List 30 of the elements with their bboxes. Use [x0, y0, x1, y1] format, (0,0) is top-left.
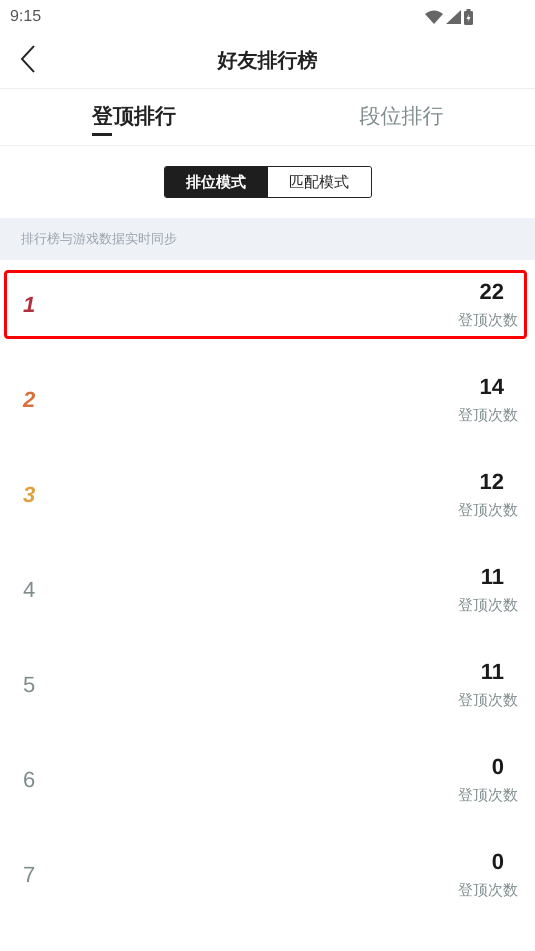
rank-number: 1	[23, 292, 36, 318]
count-label: 登顶次数	[458, 596, 518, 615]
back-icon[interactable]	[20, 45, 36, 73]
tab[interactable]: 登顶排行	[92, 96, 176, 138]
clock: 9:15	[10, 8, 42, 26]
climb-count: 0	[492, 754, 505, 780]
page-title: 好友排行榜	[218, 47, 318, 74]
wifi-icon	[425, 10, 443, 24]
climb-count: 11	[480, 564, 505, 590]
count-label: 登顶次数	[458, 786, 518, 805]
climb-count: 0	[492, 849, 505, 875]
count-label: 登顶次数	[458, 501, 518, 520]
count-label: 登顶次数	[458, 881, 518, 900]
rank-number: 7	[23, 862, 36, 888]
count-label: 登顶次数	[458, 311, 518, 330]
climb-count: 11	[480, 659, 505, 685]
count-label: 登顶次数	[458, 691, 518, 710]
mode-option[interactable]: 排位模式	[164, 167, 268, 197]
climb-count: 14	[480, 374, 505, 400]
battery-icon	[464, 8, 473, 24]
rank-number: 6	[23, 766, 36, 792]
count-label: 登顶次数	[458, 406, 518, 425]
rank-number: 4	[23, 576, 36, 602]
signal-icon	[446, 10, 461, 24]
rank-number: 2	[23, 386, 36, 412]
rank-number: 5	[23, 672, 36, 698]
rank-number: 3	[23, 482, 36, 508]
climb-count: 22	[480, 279, 505, 305]
sync-notice: 排行榜与游戏数据实时同步	[21, 231, 177, 248]
climb-count: 12	[480, 469, 505, 495]
